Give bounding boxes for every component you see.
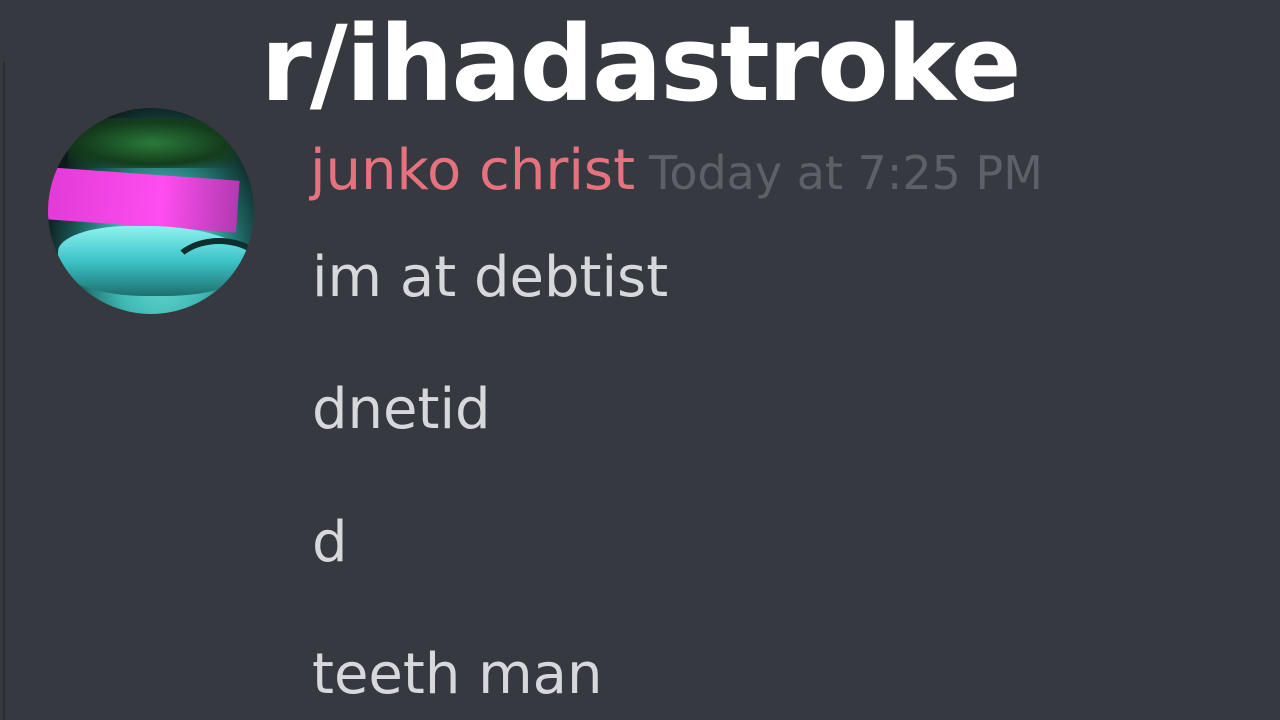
channel-divider	[3, 62, 5, 720]
user-avatar[interactable]	[48, 108, 254, 314]
message-header: junko christ Today at 7:25 PM	[310, 136, 1043, 206]
avatar-art-squiggle	[168, 238, 254, 310]
overlay-title: r/ihadastroke	[260, 3, 1021, 125]
message-text-line: dnetid	[312, 377, 491, 442]
message-text-line: im at debtist	[312, 245, 669, 310]
chat-screen: r/ihadastroke junko christ Today at 7:25 …	[0, 0, 1280, 720]
message-timestamp: Today at 7:25 PM	[649, 146, 1043, 200]
username[interactable]: junko christ	[310, 138, 635, 203]
message-text-line: d	[312, 510, 348, 575]
avatar-art-pink	[48, 167, 240, 233]
message-text-line: teeth man	[312, 642, 603, 707]
